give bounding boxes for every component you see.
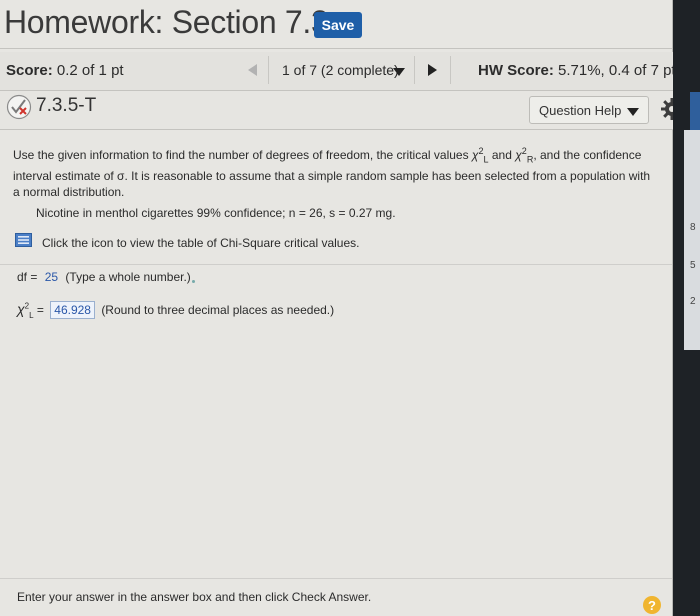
chi-left-hint: (Round to three decimal places as needed… — [101, 303, 335, 317]
chevron-down-icon[interactable] — [627, 108, 639, 116]
partially-correct-icon — [6, 94, 32, 120]
divider — [450, 56, 451, 84]
background-window-bar — [690, 92, 700, 132]
previous-question-icon[interactable] — [248, 64, 257, 76]
chi-square-table-link[interactable]: Click the icon to view the table of Chi-… — [42, 236, 359, 250]
divider — [0, 48, 672, 49]
divider — [268, 56, 269, 84]
background-window-number: 5 — [690, 260, 696, 271]
page-title: Homework: Section 7.3 — [4, 4, 329, 40]
problem-statement: Use the given information to find the nu… — [13, 146, 651, 200]
save-button[interactable]: Save — [314, 12, 362, 38]
hw-score-label: HW Score: — [478, 62, 554, 79]
df-answer-value[interactable]: 25 — [45, 270, 58, 284]
hw-score: HW Score: 5.71%, 0.4 of 7 pts — [478, 62, 683, 79]
score-label: Score: — [6, 62, 53, 79]
help-icon[interactable]: ? — [643, 596, 661, 614]
score-value: 0.2 of 1 pt — [56, 62, 124, 79]
divider — [414, 56, 415, 84]
problem-givens: Nicotine in menthol cigarettes 99% confi… — [36, 206, 396, 220]
score: Score: 0.2 of 1 pt — [6, 62, 124, 79]
next-question-icon[interactable] — [428, 64, 437, 76]
background-window-number: 8 — [690, 222, 696, 233]
divider — [0, 264, 672, 265]
df-label: df = — [17, 270, 38, 284]
chi-left-answer-row: χ2L = 46.928 (Round to three decimal pla… — [17, 301, 335, 320]
problem-text-part1: Use the given information to find the nu… — [13, 148, 469, 162]
question-id: 7.3.5-T — [36, 95, 97, 116]
question-help-label[interactable]: Question Help — [539, 103, 621, 118]
background-window-panel — [684, 130, 700, 350]
df-hint: (Type a whole number.) — [65, 270, 191, 284]
chi-left-label: χ2L — [17, 301, 34, 320]
divider — [0, 578, 672, 579]
background-window-number: 2 — [690, 296, 696, 307]
problem-and: and — [491, 148, 512, 162]
answer-instruction: Enter your answer in the answer box and … — [17, 590, 372, 604]
question-progress-dropdown[interactable]: 1 of 7 (2 complete) — [282, 62, 399, 78]
chevron-down-icon[interactable] — [393, 68, 405, 76]
hw-score-value: 5.71%, 0.4 of 7 pts — [558, 62, 684, 79]
status-dot — [192, 280, 195, 283]
table-icon[interactable] — [15, 233, 32, 247]
chi-left-answer-input[interactable]: 46.928 — [50, 301, 95, 319]
df-answer-row: df = 25 (Type a whole number.) — [17, 270, 191, 284]
